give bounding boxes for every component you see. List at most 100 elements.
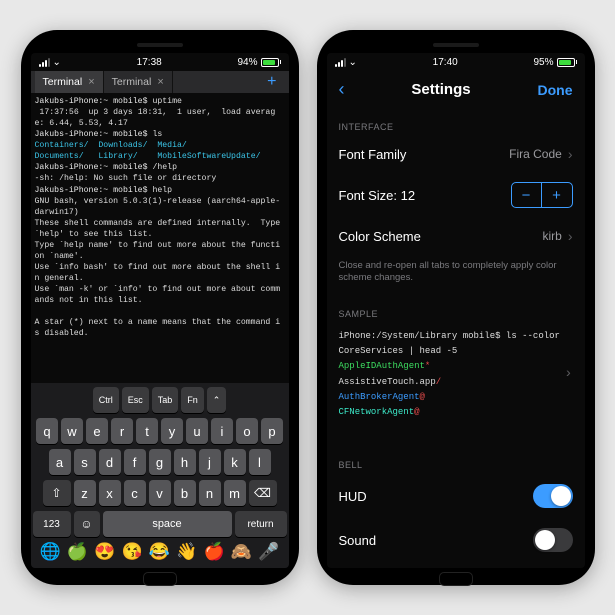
key-e[interactable]: e <box>86 418 108 444</box>
row-font-family[interactable]: Font Family Fira Code › <box>327 136 585 172</box>
key-g[interactable]: g <box>149 449 171 475</box>
key-p[interactable]: p <box>261 418 283 444</box>
row-font-size: Font Size: 12 − + <box>327 172 585 218</box>
key-w[interactable]: w <box>61 418 83 444</box>
battery-pct: 94% <box>237 57 257 68</box>
row-label: Font Size: 12 <box>339 188 416 203</box>
home-button[interactable] <box>143 572 177 586</box>
emoji[interactable]: 🌐 <box>40 542 61 562</box>
emoji[interactable]: 😂 <box>149 542 170 562</box>
speaker <box>137 43 183 47</box>
tab-bar: Terminal × Terminal × + <box>31 71 289 93</box>
close-icon[interactable]: × <box>88 76 94 88</box>
emoji[interactable]: 😘 <box>122 542 143 562</box>
key-more[interactable]: ⌃ <box>207 387 227 413</box>
section-bell: BELL <box>327 446 585 474</box>
sound-toggle[interactable] <box>533 528 573 552</box>
key-n[interactable]: n <box>199 480 221 506</box>
key-c[interactable]: c <box>124 480 146 506</box>
key-k[interactable]: k <box>224 449 246 475</box>
speaker <box>433 43 479 47</box>
screen-terminal: ⌄ 17:38 94% Terminal × Terminal × + Jaku… <box>31 53 289 568</box>
key-fn[interactable]: Fn <box>181 387 204 413</box>
key-x[interactable]: x <box>99 480 121 506</box>
close-icon[interactable]: × <box>157 76 163 88</box>
battery-icon <box>557 58 577 67</box>
phone-left: ⌄ 17:38 94% Terminal × Terminal × + Jaku… <box>21 30 299 585</box>
terminal-output[interactable]: Jakubs-iPhone:~ mobile$ uptime 17:37:56 … <box>31 93 289 342</box>
status-bar: ⌄ 17:40 95% <box>327 53 585 71</box>
key-space[interactable]: space <box>103 511 232 537</box>
sample-preview[interactable]: iPhone:/System/Library mobile$ ls --colo… <box>327 323 585 427</box>
row-value: kirb <box>542 229 561 243</box>
signal-icon <box>335 58 346 67</box>
key-123[interactable]: 123 <box>33 511 71 537</box>
chevron-right-icon: › <box>568 228 573 244</box>
section-sample: SAMPLE <box>327 295 585 323</box>
back-button[interactable]: ‹ <box>339 79 345 100</box>
row-label: HUD <box>339 489 367 504</box>
key-l[interactable]: l <box>249 449 271 475</box>
emoji[interactable]: 🍏 <box>67 542 88 562</box>
key-shift[interactable]: ⇧ <box>43 480 71 506</box>
wifi-icon: ⌄ <box>53 57 61 68</box>
key-h[interactable]: h <box>174 449 196 475</box>
tab-label: Terminal <box>43 76 83 88</box>
row-label: Sound <box>339 533 377 548</box>
key-ctrl[interactable]: Ctrl <box>93 387 119 413</box>
key-i[interactable]: i <box>211 418 233 444</box>
status-time: 17:38 <box>137 57 162 68</box>
add-tab-button[interactable]: + <box>259 73 284 91</box>
screen-settings: ⌄ 17:40 95% ‹ Settings Done INTERFACE Fo… <box>327 53 585 568</box>
key-u[interactable]: u <box>186 418 208 444</box>
key-return[interactable]: return <box>235 511 287 537</box>
section-interface: INTERFACE <box>327 108 585 136</box>
key-emoji[interactable]: ☺ <box>74 511 100 537</box>
key-backspace[interactable]: ⌫ <box>249 480 277 506</box>
stepper-plus[interactable]: + <box>542 183 572 207</box>
key-y[interactable]: y <box>161 418 183 444</box>
row-color-scheme[interactable]: Color Scheme kirb › <box>327 218 585 254</box>
key-t[interactable]: t <box>136 418 158 444</box>
emoji[interactable]: 🙈 <box>231 542 252 562</box>
hud-toggle[interactable] <box>533 484 573 508</box>
battery-pct: 95% <box>533 57 553 68</box>
emoji[interactable]: 😍 <box>94 542 115 562</box>
emoji[interactable]: 🍎 <box>204 542 225 562</box>
key-a[interactable]: a <box>49 449 71 475</box>
key-v[interactable]: v <box>149 480 171 506</box>
keyboard: Ctrl Esc Tab Fn ⌃ q w e r t y u i o p a … <box>31 383 289 568</box>
tab-1[interactable]: Terminal × <box>35 71 104 93</box>
key-m[interactable]: m <box>224 480 246 506</box>
chevron-right-icon: › <box>564 363 572 387</box>
done-button[interactable]: Done <box>538 82 573 98</box>
tab-label: Terminal <box>112 76 152 88</box>
key-d[interactable]: d <box>99 449 121 475</box>
chevron-right-icon: › <box>568 146 573 162</box>
row-label: Color Scheme <box>339 229 421 244</box>
key-esc[interactable]: Esc <box>122 387 149 413</box>
key-q[interactable]: q <box>36 418 58 444</box>
row-value: Fira Code <box>509 147 562 161</box>
key-b[interactable]: b <box>174 480 196 506</box>
signal-icon <box>39 58 50 67</box>
phone-right: ⌄ 17:40 95% ‹ Settings Done INTERFACE Fo… <box>317 30 595 585</box>
key-z[interactable]: z <box>74 480 96 506</box>
key-f[interactable]: f <box>124 449 146 475</box>
key-r[interactable]: r <box>111 418 133 444</box>
battery-icon <box>261 58 281 67</box>
emoji[interactable]: 🎤 <box>258 542 279 562</box>
emoji[interactable]: 👋 <box>176 542 197 562</box>
tab-2[interactable]: Terminal × <box>104 71 173 93</box>
key-tab[interactable]: Tab <box>152 387 179 413</box>
nav-bar: ‹ Settings Done <box>327 71 585 108</box>
row-label: Font Family <box>339 147 407 162</box>
key-s[interactable]: s <box>74 449 96 475</box>
home-button[interactable] <box>439 572 473 586</box>
key-o[interactable]: o <box>236 418 258 444</box>
status-time: 17:40 <box>433 57 458 68</box>
stepper-minus[interactable]: − <box>512 183 542 207</box>
key-j[interactable]: j <box>199 449 221 475</box>
row-sound: Sound <box>327 518 585 562</box>
nav-title: Settings <box>411 81 470 98</box>
